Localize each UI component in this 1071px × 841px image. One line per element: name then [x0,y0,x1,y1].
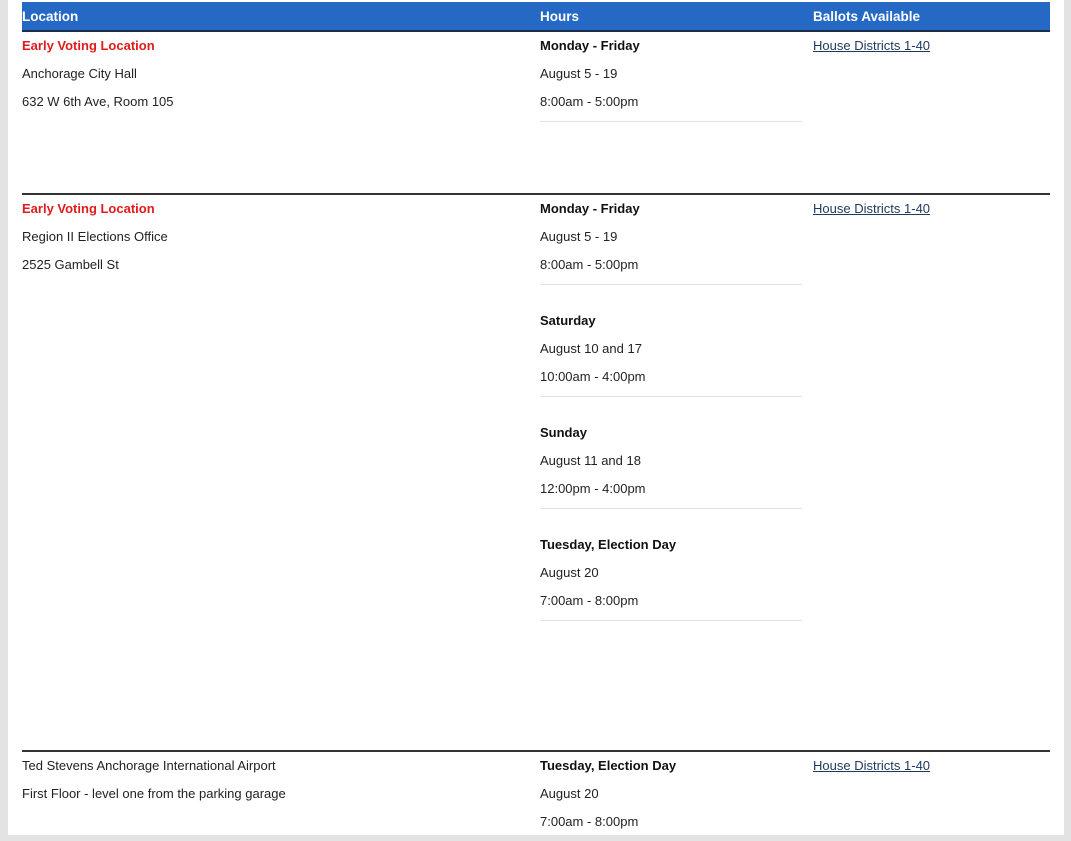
hours-time: 7:00am - 8:00pm [540,814,639,829]
hours-dates: August 5 - 19 [540,229,618,244]
hours-block: Sunday August 11 and 18 12:00pm - 4:00pm [540,397,802,509]
location-type: Early Voting Location [22,201,155,216]
header-hours: Hours [540,8,580,24]
location-address: 632 W 6th Ave, Room 105 [22,94,174,109]
header-ballots: Ballots Available [813,8,921,24]
hours-cell: Monday - Friday August 5 - 19 8:00am - 5… [540,32,813,122]
location-type: Early Voting Location [22,38,155,53]
hours-day: Monday - Friday [540,201,640,216]
hours-day: Saturday [540,313,596,328]
location-address: First Floor - level one from the parking… [22,786,286,801]
table-row: Early Voting Location Anchorage City Hal… [22,32,1050,195]
location-address: 2525 Gambell St [22,257,119,272]
hours-time: 7:00am - 8:00pm [540,593,639,608]
ballots-link[interactable]: House Districts 1-40 [813,201,930,216]
page: Location Hours Ballots Available Early V… [8,0,1064,835]
hours-cell: Monday - Friday August 5 - 19 8:00am - 5… [540,195,813,621]
hours-day: Tuesday, Election Day [540,537,677,552]
location-cell: Ted Stevens Anchorage International Airp… [22,752,540,814]
hours-dates: August 10 and 17 [540,341,642,356]
ballots-cell: House Districts 1-40 [813,195,1050,229]
hours-dates: August 20 [540,565,599,580]
hours-time: 8:00am - 5:00pm [540,94,639,109]
ballots-cell: House Districts 1-40 [813,752,1050,786]
hours-time: 8:00am - 5:00pm [540,257,639,272]
location-name: Anchorage City Hall [22,66,137,81]
hours-day: Sunday [540,425,587,440]
header-location: Location [22,8,79,24]
location-cell: Early Voting Location Anchorage City Hal… [22,32,540,122]
hours-dates: August 11 and 18 [540,453,641,468]
table-header: Location Hours Ballots Available [22,2,1050,32]
hours-dates: August 20 [540,786,599,801]
hours-time: 12:00pm - 4:00pm [540,481,646,496]
ballots-link[interactable]: House Districts 1-40 [813,758,930,773]
hours-cell: Tuesday, Election Day August 20 7:00am -… [540,752,813,841]
ballots-cell: House Districts 1-40 [813,32,1050,66]
polling-locations-table: Location Hours Ballots Available Early V… [22,2,1050,841]
hours-block: Monday - Friday August 5 - 19 8:00am - 5… [540,38,802,122]
location-name: Region II Elections Office [22,229,168,244]
hours-day: Tuesday, Election Day [540,758,677,773]
ballots-link[interactable]: House Districts 1-40 [813,38,930,53]
table-row: Early Voting Location Region II Election… [22,195,1050,752]
location-name: Ted Stevens Anchorage International Airp… [22,758,276,773]
hours-block: Monday - Friday August 5 - 19 8:00am - 5… [540,201,802,285]
hours-block: Tuesday, Election Day August 20 7:00am -… [540,509,802,621]
table-row: Ted Stevens Anchorage International Airp… [22,752,1050,841]
hours-day: Monday - Friday [540,38,640,53]
hours-dates: August 5 - 19 [540,66,618,81]
hours-block: Saturday August 10 and 17 10:00am - 4:00… [540,285,802,397]
location-cell: Early Voting Location Region II Election… [22,195,540,285]
hours-block: Tuesday, Election Day August 20 7:00am -… [540,758,802,841]
hours-time: 10:00am - 4:00pm [540,369,646,384]
